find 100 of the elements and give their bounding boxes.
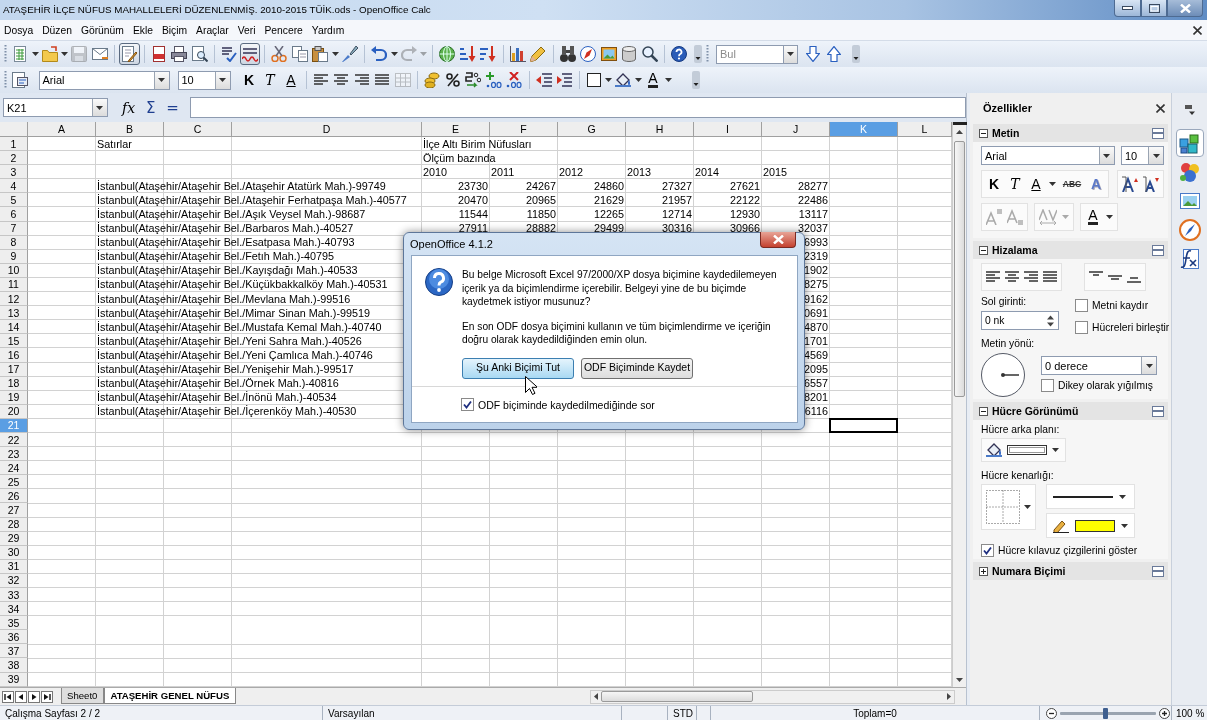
sort-ascending-icon[interactable] <box>459 46 476 62</box>
menu-item[interactable]: Biçim <box>158 24 191 36</box>
picture-icon[interactable] <box>600 46 617 62</box>
dialog-button[interactable]: ODF Biçiminde Kaydet <box>581 357 693 379</box>
question-circle-icon[interactable] <box>671 46 688 62</box>
collapse-icon[interactable] <box>979 406 988 416</box>
paint-bucket-icon[interactable] <box>615 72 632 88</box>
checkbox-label[interactable]: Dikey olarak yığılmış <box>1058 380 1153 391</box>
page-magnifier-icon[interactable] <box>191 46 208 62</box>
delete-decimal-icon[interactable] <box>506 72 523 88</box>
row-header[interactable]: 15 <box>0 334 28 349</box>
grip-icon[interactable] <box>4 71 7 89</box>
align-left-icon[interactable] <box>986 271 1000 283</box>
scroll-up-icon[interactable] <box>956 130 963 134</box>
row-header[interactable]: 26 <box>0 489 28 504</box>
caret-icon[interactable] <box>664 78 672 82</box>
spin-arrows-icon[interactable] <box>1046 313 1055 328</box>
find-field[interactable]: Bul <box>716 44 783 64</box>
caret-icon[interactable] <box>1049 182 1056 186</box>
column-header[interactable]: D <box>232 122 422 137</box>
line-color-button[interactable] <box>1046 513 1135 538</box>
justify-icon[interactable] <box>375 74 390 86</box>
rotation-dial[interactable] <box>981 353 1025 397</box>
row-header[interactable]: 25 <box>0 475 28 490</box>
menu-item[interactable]: Görünüm <box>77 24 127 36</box>
small-window-icon[interactable] <box>1152 127 1164 139</box>
rotation-combobox[interactable]: 0 derece <box>1041 356 1157 375</box>
background-color-button[interactable] <box>981 438 1066 462</box>
row-header[interactable]: 37 <box>0 644 28 659</box>
row-header[interactable]: 33 <box>0 588 28 603</box>
row-header[interactable]: 2 <box>0 151 28 166</box>
clipboard-icon[interactable] <box>312 46 329 62</box>
caret-icon[interactable] <box>1106 215 1113 219</box>
caret-icon[interactable] <box>634 78 642 82</box>
function-wizard-button[interactable]: fx <box>117 97 140 118</box>
font-color-button[interactable]: A <box>1085 207 1101 227</box>
column-header[interactable]: L <box>898 122 952 137</box>
pdf-page-icon[interactable] <box>150 46 167 62</box>
caret-icon[interactable] <box>605 78 612 82</box>
curved-arrow-left-icon[interactable] <box>371 46 388 62</box>
scroll-thumb[interactable] <box>954 141 965 397</box>
shrink-font-icon[interactable] <box>1143 176 1159 192</box>
small-menu-icon[interactable] <box>1184 105 1195 115</box>
close-button[interactable] <box>760 232 796 248</box>
pencil-icon[interactable] <box>530 46 547 62</box>
font-name-combobox[interactable]: Arial <box>38 70 170 90</box>
indent-spinbox[interactable]: 0 nk <box>981 311 1059 330</box>
section-header[interactable]: Hizalama <box>973 241 1168 259</box>
caret-icon[interactable] <box>331 52 339 56</box>
close-icon[interactable] <box>1193 25 1202 35</box>
checkbox[interactable] <box>1075 321 1088 334</box>
skip-forward-icon[interactable] <box>41 690 53 703</box>
justify-icon[interactable] <box>1043 271 1057 283</box>
scroll-thumb[interactable] <box>601 691 753 702</box>
scroll-right-icon[interactable] <box>946 693 951 700</box>
font-size-combobox[interactable]: 10 <box>1120 146 1164 165</box>
dropdown-button[interactable] <box>1141 357 1156 374</box>
underline-button[interactable]: A <box>1028 174 1044 194</box>
font-name-combobox[interactable]: Arial <box>981 146 1115 165</box>
font-size-combobox[interactable]: 10 <box>177 70 231 90</box>
sheet-tab[interactable]: Sheet0 <box>61 688 105 704</box>
zoom-slider-thumb[interactable] <box>1103 707 1109 719</box>
dropdown-button[interactable] <box>214 71 230 89</box>
add-decimal-icon[interactable] <box>485 72 502 88</box>
printer-icon[interactable] <box>171 46 188 62</box>
row-header[interactable]: 36 <box>0 630 28 645</box>
small-window-icon[interactable] <box>1152 405 1164 417</box>
sheet-tab[interactable]: ATAŞEHİR GENEL NÜFUS <box>104 688 237 704</box>
section-title[interactable]: Hizalama <box>992 244 1038 256</box>
row-header[interactable]: 13 <box>0 306 28 321</box>
row-header[interactable]: 3 <box>0 165 28 180</box>
forward-icon[interactable] <box>28 690 40 703</box>
column-header[interactable]: J <box>762 122 830 137</box>
checkbox[interactable] <box>981 544 994 557</box>
row-header[interactable]: 23 <box>0 447 28 462</box>
grip-icon[interactable] <box>4 45 7 63</box>
checkbox[interactable] <box>461 398 474 411</box>
row-header[interactable]: 4 <box>0 179 28 194</box>
caret-icon[interactable] <box>31 52 39 56</box>
caret-icon[interactable] <box>390 52 398 56</box>
dropdown-button[interactable] <box>153 71 169 89</box>
zoom-out-icon[interactable] <box>1046 707 1057 719</box>
grow-font-icon[interactable] <box>1122 176 1138 192</box>
expand-icon[interactable] <box>979 566 988 576</box>
vertical-scrollbar[interactable] <box>952 122 966 687</box>
skip-back-icon[interactable] <box>2 690 14 703</box>
spellcheck-icon[interactable] <box>221 46 238 62</box>
menu-item[interactable]: Veri <box>234 24 259 36</box>
collapse-icon[interactable] <box>979 245 988 255</box>
sidebar-tab[interactable] <box>1175 129 1204 157</box>
row-header[interactable]: 35 <box>0 616 28 631</box>
shadow-button[interactable]: A <box>1088 174 1104 194</box>
envelope-icon[interactable] <box>91 46 108 62</box>
column-header[interactable]: A <box>28 122 96 137</box>
dropdown-button[interactable] <box>1098 147 1114 164</box>
function-button[interactable]: = <box>161 97 184 118</box>
symbols-arrow-icon[interactable] <box>465 72 482 88</box>
menu-item[interactable]: Düzen <box>39 24 75 36</box>
column-header[interactable]: B <box>96 122 164 137</box>
decrease-indent-icon[interactable] <box>535 73 552 87</box>
